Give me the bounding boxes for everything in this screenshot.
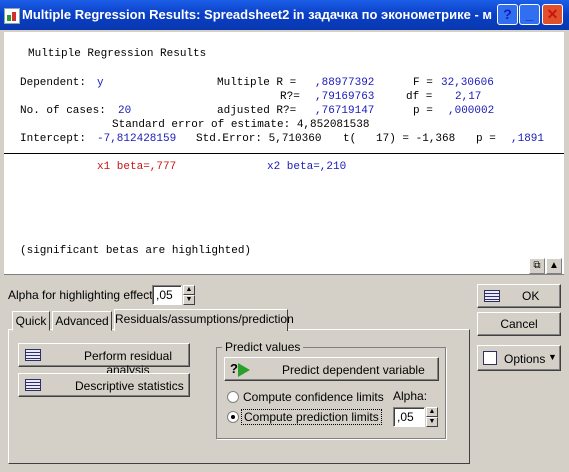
chevron-down-icon: ▼ xyxy=(548,352,557,362)
r2-label: R?= xyxy=(280,91,300,103)
std-error-line: Standard error of estimate: 4,852081538 xyxy=(112,119,370,131)
intercept-se: Std.Error: 5,710360 xyxy=(196,133,322,145)
predict-dependent-button[interactable]: ? Predict dependent variable xyxy=(224,357,439,381)
cases-label: No. of cases: xyxy=(20,105,106,117)
beta-x2: x2 beta=,210 xyxy=(267,161,347,173)
alpha-input[interactable]: ,05 xyxy=(393,407,425,427)
cases-value: 20 xyxy=(118,105,132,117)
descriptive-stats-label: Descriptive statistics xyxy=(75,379,184,393)
descriptive-stats-button[interactable]: Descriptive statistics xyxy=(18,373,190,397)
dependent-value: y xyxy=(97,77,104,89)
options-label: Options xyxy=(504,352,546,366)
p-label: p = xyxy=(413,105,433,117)
alpha-spinner[interactable]: ▲ ▼ xyxy=(426,407,438,427)
alpha-label: Alpha: xyxy=(393,389,428,403)
help-button[interactable]: ? xyxy=(497,4,518,25)
grid-icon xyxy=(25,349,41,361)
f-label: F = xyxy=(413,77,433,89)
alpha-effects-label: Alpha for highlighting effects: xyxy=(8,288,162,302)
window-title: Multiple Regression Results: Spreadsheet… xyxy=(22,7,492,22)
options-button[interactable]: Options ▼ xyxy=(477,345,561,371)
multiple-r-value: ,88977392 xyxy=(315,77,375,89)
f-value: 32,30606 xyxy=(441,77,494,89)
predict-values-label: Predict values xyxy=(222,340,304,354)
minimize-button[interactable]: _ xyxy=(519,4,540,25)
multiple-r-label: Multiple R = xyxy=(217,77,297,89)
tab-advanced[interactable]: Advanced xyxy=(52,311,112,331)
prediction-label[interactable]: Compute prediction limits xyxy=(241,409,382,425)
perform-residual-button[interactable]: Perform residual analysis xyxy=(18,343,190,377)
intercept-label: Intercept: xyxy=(20,133,87,145)
confidence-radio[interactable] xyxy=(227,391,239,403)
df-value: 2,17 xyxy=(455,91,482,103)
intercept-p-label: p = xyxy=(476,133,496,145)
r2-value: ,79169763 xyxy=(315,91,375,103)
alpha-effects-input[interactable]: ,05 xyxy=(152,285,182,305)
copy-icon[interactable]: ⧉ xyxy=(529,258,545,274)
predict-dependent-label: Predict dependent variable xyxy=(282,363,425,377)
cancel-button[interactable]: Cancel xyxy=(477,312,561,336)
results-header: Multiple Regression Results xyxy=(28,48,207,60)
close-button[interactable]: ✕ xyxy=(542,4,563,25)
separator-line xyxy=(4,153,564,154)
arrow-right-icon xyxy=(238,363,250,377)
tab-residuals[interactable]: Residuals/assumptions/prediction xyxy=(114,309,294,331)
adj-r2-label: adjusted R?= xyxy=(217,105,297,117)
question-icon: ? xyxy=(230,361,238,376)
beta-x1: x1 beta=,777 xyxy=(97,161,177,173)
confidence-label[interactable]: Compute confidence limits xyxy=(243,390,384,404)
ok-label: OK xyxy=(522,289,540,303)
ok-grid-icon xyxy=(484,290,500,302)
df-label: df = xyxy=(406,91,433,103)
grid-icon xyxy=(25,379,41,391)
intercept-t: t( 17) = -1,368 xyxy=(343,133,456,145)
adj-r2-value: ,76719147 xyxy=(315,105,375,117)
ok-button[interactable]: OK xyxy=(477,284,561,308)
alpha-effects-spinner[interactable]: ▲ ▼ xyxy=(183,285,195,305)
footnote: (significant betas are highlighted) xyxy=(20,245,252,257)
app-icon xyxy=(4,8,20,24)
intercept-p-value: ,1891 xyxy=(511,133,545,145)
tab-quick[interactable]: Quick xyxy=(12,311,50,331)
title-bar[interactable]: Multiple Regression Results: Spreadsheet… xyxy=(0,0,569,30)
options-icon xyxy=(483,351,497,365)
intercept-value: -7,812428159 xyxy=(97,133,177,145)
prediction-radio[interactable] xyxy=(227,411,239,423)
p-value: ,000002 xyxy=(448,105,495,117)
scroll-up-icon[interactable]: ▲ xyxy=(546,258,562,274)
dependent-label: Dependent: xyxy=(20,77,87,89)
